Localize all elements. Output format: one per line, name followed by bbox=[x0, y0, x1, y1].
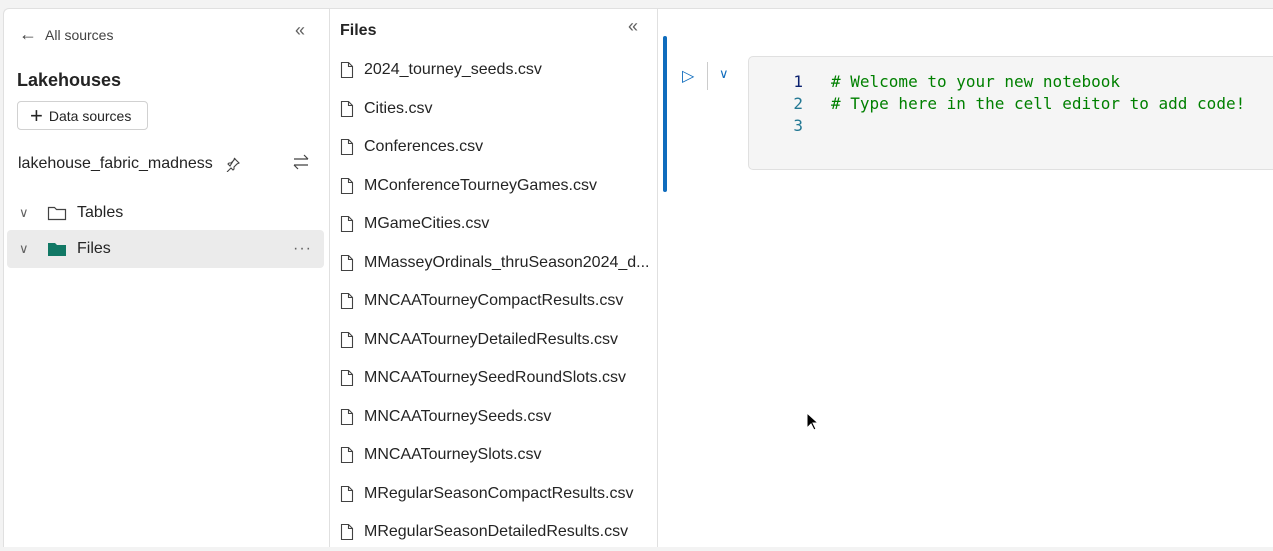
folder-filled-icon bbox=[48, 243, 66, 256]
line-number: 3 bbox=[793, 116, 803, 135]
file-name: MNCAATourneySeedRoundSlots.csv bbox=[364, 369, 627, 386]
all-sources-link[interactable]: ← All sources bbox=[19, 24, 113, 45]
lakehouse-header: lakehouse_fabric_madness bbox=[18, 155, 241, 173]
file-item[interactable]: MNCAATourneyDetailedResults.csv bbox=[340, 321, 656, 359]
file-name: MConferenceTourneyGames.csv bbox=[364, 176, 597, 194]
collapse-files-icon[interactable]: « bbox=[628, 16, 638, 37]
file-name: MNCAATourneyCompactResults.csv bbox=[364, 292, 624, 309]
file-name: 2024_tourney_seeds.csv bbox=[364, 61, 542, 78]
collapse-panel-icon[interactable]: « bbox=[295, 20, 305, 41]
files-title: Files bbox=[340, 22, 377, 39]
chevron-down-icon: ∨ bbox=[19, 205, 29, 220]
tree-item-files[interactable]: ∨ Files ··· bbox=[7, 230, 324, 268]
active-cell-indicator bbox=[663, 36, 667, 192]
code-line[interactable]: # Type here in the cell editor to add co… bbox=[831, 94, 1245, 113]
file-icon bbox=[340, 254, 354, 271]
pin-icon[interactable] bbox=[225, 156, 241, 172]
add-data-sources-button[interactable]: + Data sources bbox=[17, 101, 148, 130]
arrow-left-icon: ← bbox=[19, 24, 37, 44]
file-icon bbox=[340, 523, 354, 541]
mouse-cursor-icon bbox=[806, 412, 818, 431]
file-item[interactable]: 2024_tourney_seeds.csv bbox=[340, 51, 656, 89]
file-icon bbox=[340, 292, 354, 310]
chevron-down-icon[interactable]: ∨ bbox=[719, 66, 729, 82]
file-icon bbox=[340, 100, 354, 117]
file-item[interactable]: MRegularSeasonCompactResults.csv bbox=[340, 475, 656, 513]
file-icon bbox=[340, 485, 354, 502]
file-item[interactable]: Conferences.csv bbox=[340, 128, 656, 166]
file-item[interactable]: MNCAATourneySeedRoundSlots.csv bbox=[340, 359, 656, 397]
code-cell-editor[interactable]: 1 # Welcome to your new notebook 2 # Type h… bbox=[748, 56, 1273, 170]
file-item[interactable]: MConferenceTourneyGames.csv bbox=[340, 167, 656, 205]
file-icon bbox=[340, 331, 354, 348]
explorer-panel: ← All sources « Lakehouses + Data source… bbox=[3, 8, 330, 547]
line-number: 2 bbox=[793, 94, 803, 113]
file-name: MRegularSeasonDetailedResults.csv bbox=[364, 523, 629, 540]
tree-item-tables[interactable]: ∨ Tables bbox=[7, 194, 324, 232]
file-name: Cities.csv bbox=[364, 99, 433, 117]
file-icon bbox=[340, 215, 354, 233]
code-line[interactable]: # Welcome to your new notebook bbox=[831, 72, 1120, 91]
file-name: MNCAATourneySeeds.csv bbox=[364, 407, 552, 425]
file-icon bbox=[340, 446, 354, 464]
file-name: Conferences.csv bbox=[364, 138, 484, 155]
folder-icon bbox=[47, 206, 67, 221]
file-name: MNCAATourneyDetailedResults.csv bbox=[364, 330, 619, 348]
file-item[interactable]: MGameCities.csv bbox=[340, 205, 656, 243]
file-icon bbox=[340, 138, 354, 156]
file-item[interactable]: MNCAATourneySeeds.csv bbox=[340, 398, 656, 436]
file-icon bbox=[340, 61, 354, 79]
file-item[interactable]: MRegularSeasonDetailedResults.csv bbox=[340, 513, 656, 551]
file-item[interactable]: MNCAATourneyCompactResults.csv bbox=[340, 282, 656, 320]
panel-title: Lakehouses bbox=[17, 70, 122, 90]
chevron-down-icon: ∨ bbox=[19, 241, 29, 256]
file-icon bbox=[340, 177, 354, 194]
file-icon bbox=[340, 369, 354, 387]
run-cell-icon[interactable]: ▷ bbox=[682, 66, 694, 86]
file-item[interactable]: MMasseyOrdinals_thruSeason2024_d... bbox=[340, 244, 656, 282]
file-name: MNCAATourneySlots.csv bbox=[364, 446, 542, 463]
file-item[interactable]: Cities.csv bbox=[340, 90, 656, 128]
plus-icon: + bbox=[30, 102, 43, 128]
lakehouse-name: lakehouse_fabric_madness bbox=[18, 155, 213, 172]
divider bbox=[707, 62, 708, 90]
file-name: MRegularSeasonCompactResults.csv bbox=[364, 484, 634, 502]
file-item[interactable]: MNCAATourneySlots.csv bbox=[340, 436, 656, 474]
file-icon bbox=[340, 408, 354, 425]
files-panel: Files « 2024_tourney_seeds.csv Cities.csv… bbox=[330, 8, 658, 547]
file-name: MMasseyOrdinals_thruSeason2024_d... bbox=[364, 253, 650, 271]
line-number: 1 bbox=[793, 72, 803, 91]
switch-lakehouse-icon[interactable] bbox=[292, 154, 310, 170]
more-options-icon[interactable]: ··· bbox=[293, 240, 312, 258]
file-name: MGameCities.csv bbox=[364, 215, 490, 232]
